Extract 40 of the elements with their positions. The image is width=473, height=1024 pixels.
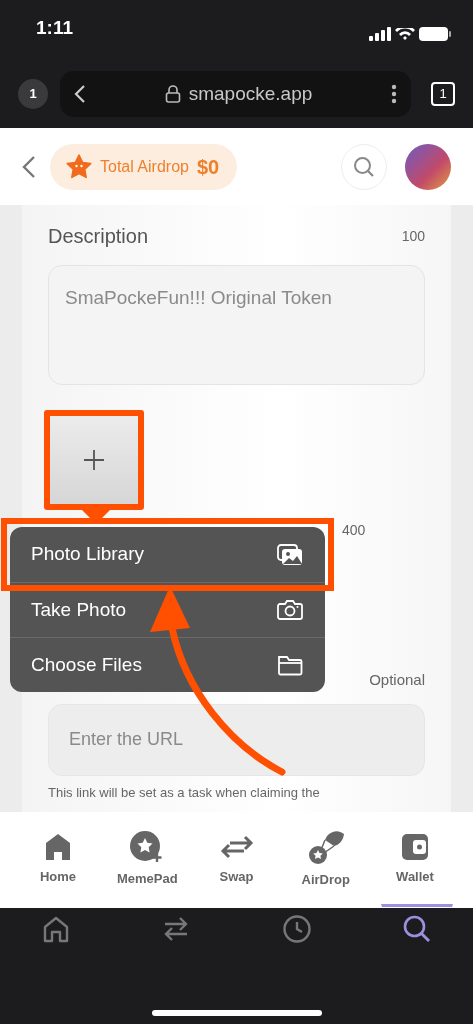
url-field[interactable]: Enter the URL (48, 703, 425, 776)
star-coin-icon (130, 831, 165, 864)
image-size-hint: 400 (342, 521, 367, 540)
optional-label: Optional (368, 670, 425, 690)
wallet-icon (401, 833, 429, 862)
battery-icon (419, 27, 451, 41)
tab-count-badge[interactable]: 1 (18, 79, 48, 109)
search-button[interactable] (341, 143, 387, 190)
menu-item[interactable]: Choose Files (10, 637, 325, 692)
home-icon (42, 915, 70, 943)
field-label: Description (48, 224, 149, 249)
clock-icon (281, 914, 312, 944)
help-text: This link will be set as a task when claiming the (48, 783, 321, 802)
status-time: 1:11 (36, 16, 73, 40)
description-field[interactable]: SmaPockeFun!!! Original Token (48, 265, 425, 385)
parachute-coin-icon (306, 830, 345, 865)
home-icon (45, 833, 71, 862)
menu-item[interactable]: Photo Library (10, 527, 325, 582)
search-icon (353, 155, 375, 178)
tabs-button[interactable]: 1 (431, 82, 455, 106)
photos-icon (277, 543, 303, 566)
nav-item[interactable]: AirDrop (285, 830, 366, 890)
nav-item[interactable]: Home (18, 833, 98, 887)
address-bar[interactable]: smapocke.app (60, 71, 411, 117)
plus-icon (82, 448, 106, 472)
more-icon[interactable] (391, 84, 397, 104)
wifi-icon (395, 28, 415, 40)
nav-item[interactable]: MemePad (107, 831, 188, 889)
character-limit: 100 (401, 226, 425, 246)
star-icon (66, 153, 92, 180)
url-text: smapocke.app (188, 81, 313, 106)
lock-icon (164, 85, 181, 103)
search-icon (402, 914, 432, 944)
nav-item[interactable]: Swap (196, 833, 277, 887)
back-icon[interactable] (74, 84, 86, 104)
camera-icon (277, 599, 303, 621)
signal-icon (369, 27, 391, 41)
folder-icon (277, 654, 303, 676)
nav-item[interactable]: Wallet (375, 833, 455, 887)
avatar[interactable] (405, 143, 451, 190)
